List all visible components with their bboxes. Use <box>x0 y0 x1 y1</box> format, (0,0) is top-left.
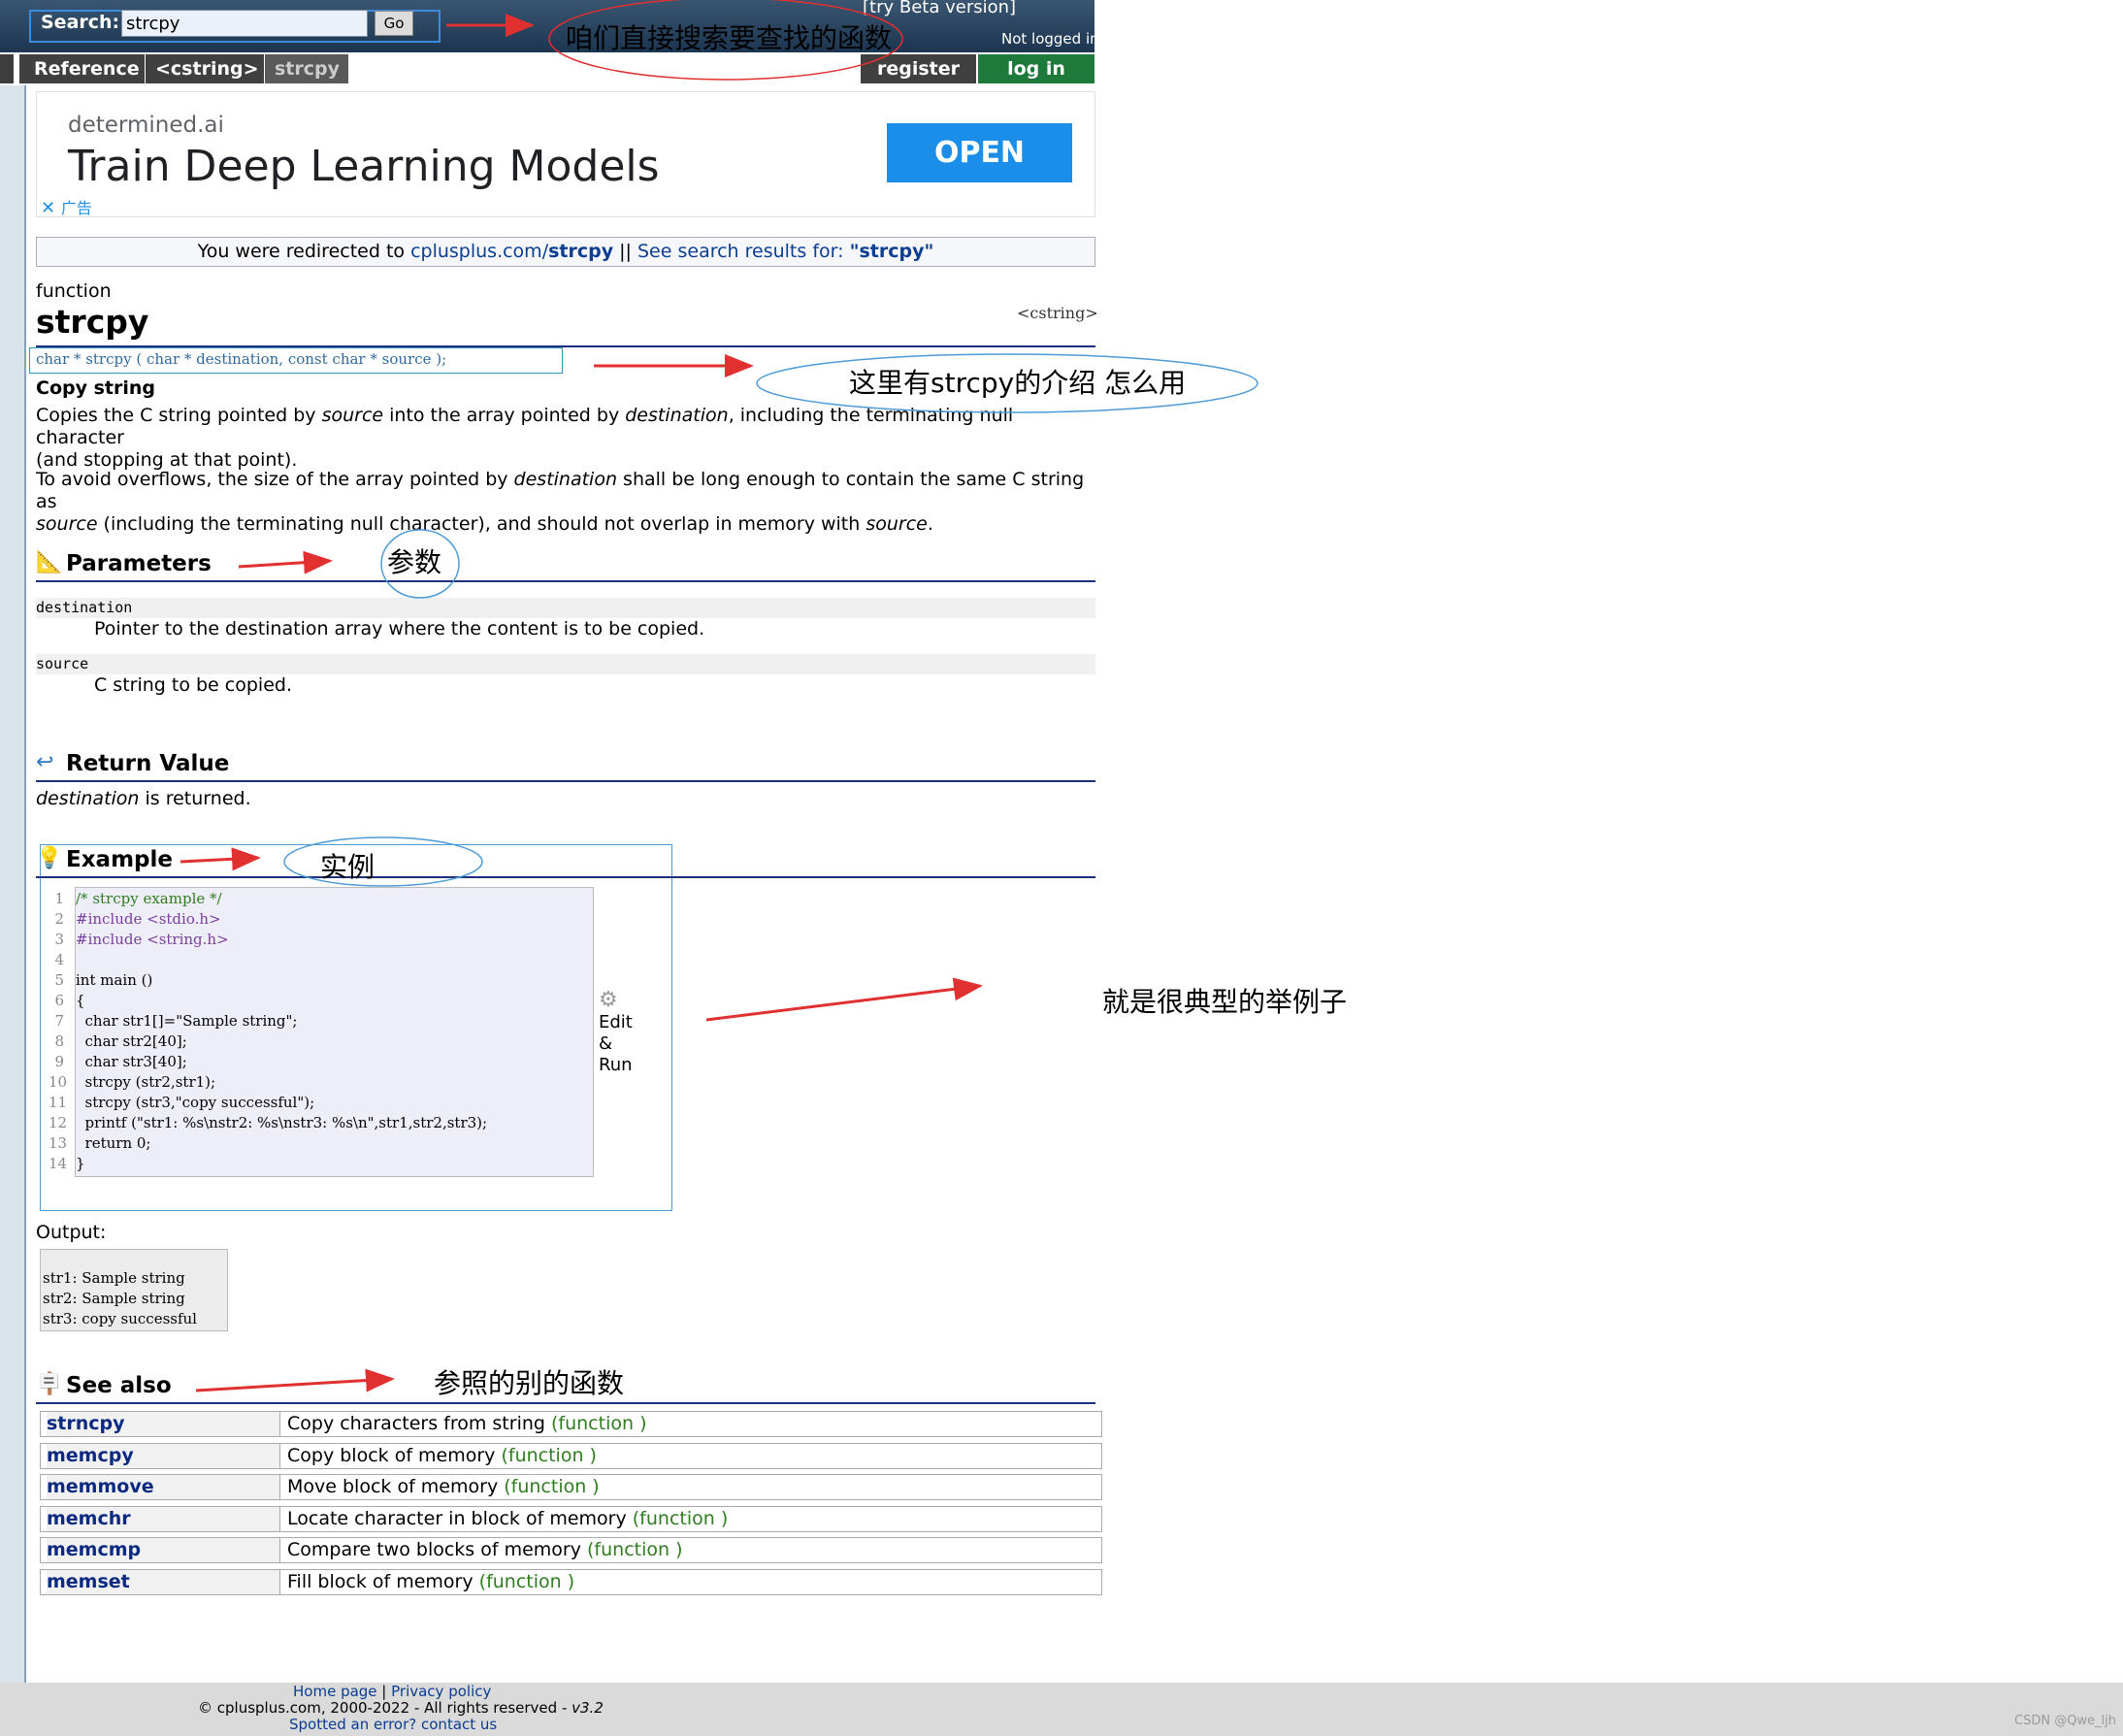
annotation-arrow <box>180 847 261 871</box>
annotation-note: 实例 <box>320 851 376 883</box>
annotation-layer <box>180 0 1258 1392</box>
annotation-ellipse <box>283 836 483 887</box>
annotation-note: 咱们直接搜索要查找的函数 <box>566 22 893 54</box>
annotation-note: 就是很典型的举例子 <box>1102 986 1348 1018</box>
annotation-note: 参数 <box>387 546 442 578</box>
annotation-arrow <box>238 550 333 574</box>
annotation-note: 这里有strcpy的介绍 怎么用 <box>849 367 1187 399</box>
annotation-arrow <box>705 977 983 1022</box>
annotation-note: 参照的别的函数 <box>434 1367 625 1399</box>
annotation-arrow <box>195 1368 395 1392</box>
